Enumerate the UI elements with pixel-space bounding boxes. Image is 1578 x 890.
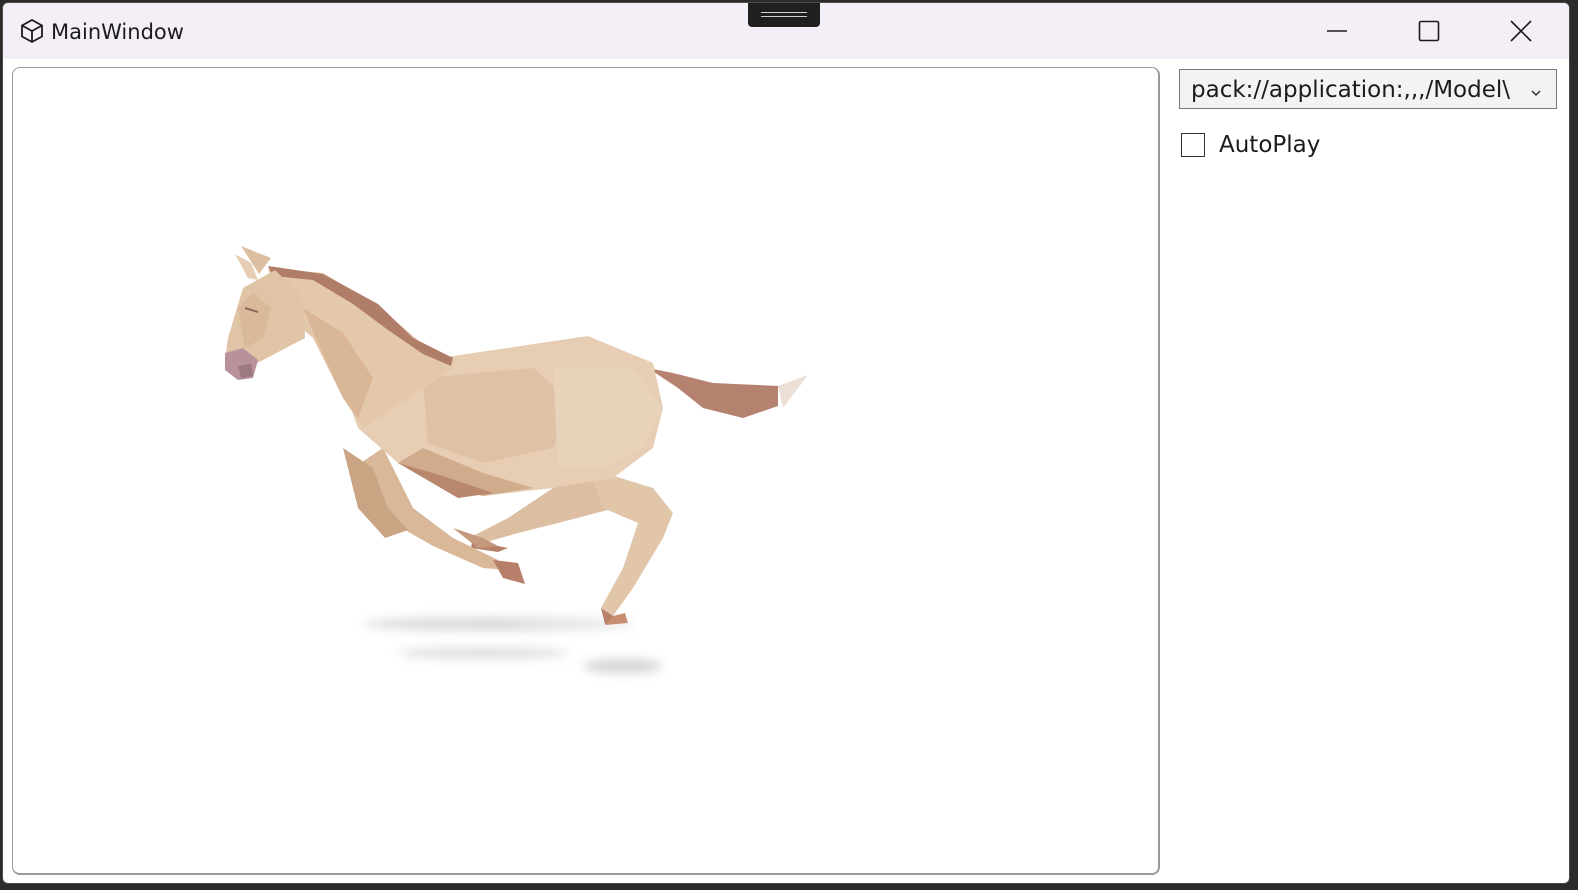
- close-button[interactable]: [1475, 3, 1567, 59]
- main-window: MainWindow pack://application:,,,/Model\…: [2, 2, 1570, 884]
- minimize-icon: [1327, 30, 1347, 32]
- model-combobox-value: pack://application:,,,/Model\: [1191, 77, 1511, 103]
- 3d-viewport[interactable]: [12, 67, 1160, 875]
- window-title: MainWindow: [51, 20, 184, 44]
- snap-grip-handle[interactable]: [748, 3, 820, 27]
- title-bar[interactable]: MainWindow: [3, 3, 1569, 59]
- minimize-button[interactable]: [1291, 3, 1383, 59]
- model-combobox[interactable]: pack://application:,,,/Model\: [1179, 69, 1557, 109]
- chevron-down-icon: [1530, 84, 1542, 97]
- autoplay-checkbox[interactable]: AutoPlay: [1181, 131, 1331, 163]
- maximize-icon: [1418, 20, 1440, 42]
- close-icon: [1510, 20, 1532, 42]
- maximize-button[interactable]: [1383, 3, 1475, 59]
- autoplay-checkbox-box[interactable]: [1181, 133, 1205, 157]
- ground-shadow: [363, 617, 663, 673]
- cube-icon: [18, 17, 46, 45]
- horse-model-render: [225, 246, 808, 673]
- autoplay-label: AutoPlay: [1219, 132, 1321, 158]
